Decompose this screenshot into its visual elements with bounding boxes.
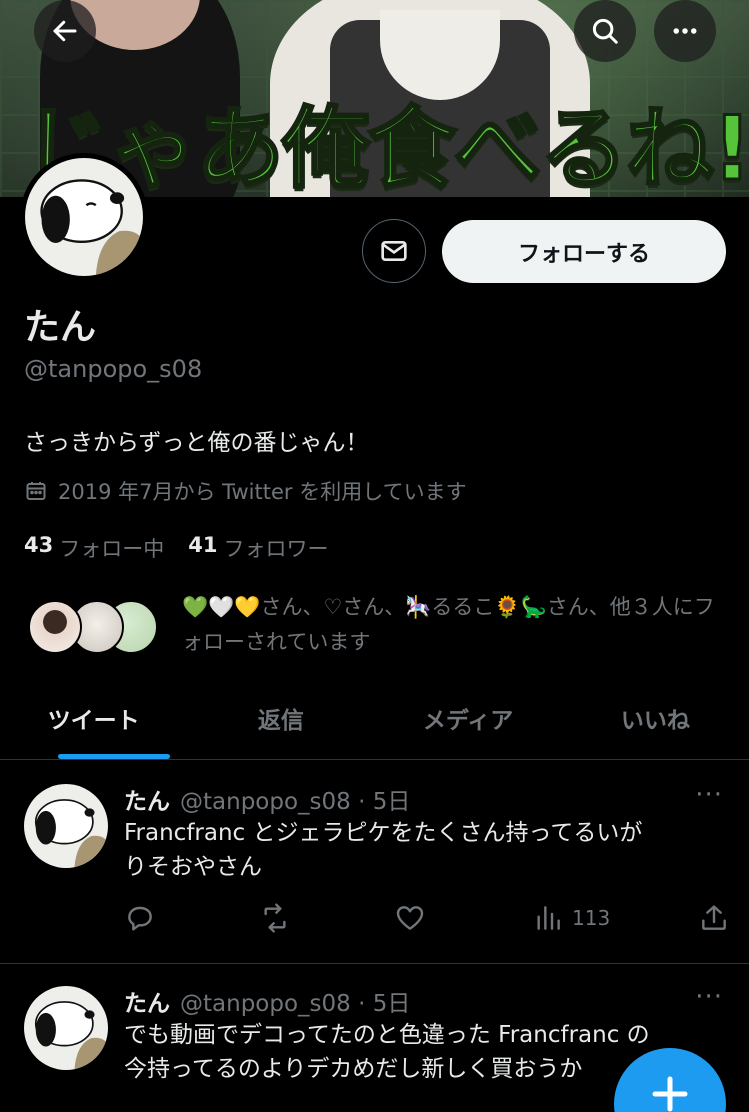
tweet-more-button[interactable]: ··· xyxy=(695,780,723,810)
snoopy-avatar-image xyxy=(24,986,108,1070)
heart-icon xyxy=(396,906,424,930)
retweet-icon xyxy=(264,903,286,933)
search-button[interactable] xyxy=(574,0,636,62)
tab-tweets[interactable]: ツイート xyxy=(0,676,187,759)
reply-icon xyxy=(128,906,152,931)
tab-label: メディア xyxy=(422,707,514,734)
profile-bio: さっきからずっと俺の番じゃん！ xyxy=(24,430,369,456)
tweet[interactable]: たん @tanpopo_s08 · 5日 ··· Francfranc とジェラ… xyxy=(0,760,749,964)
active-tab-indicator xyxy=(58,754,170,759)
tweet-avatar[interactable] xyxy=(24,784,108,868)
tweet-actions: 113 xyxy=(124,902,727,934)
retweet-button[interactable] xyxy=(259,902,291,934)
tab-replies[interactable]: 返信 xyxy=(187,676,374,759)
display-name: たん xyxy=(24,307,97,348)
views-count: 113 xyxy=(572,906,611,930)
tweet-text: Francfranc とジェラピケをたくさん持ってるいが りそおやさん xyxy=(124,816,724,884)
envelope-icon xyxy=(381,241,407,261)
share-icon xyxy=(702,905,727,930)
share-button[interactable] xyxy=(698,902,730,934)
followers-label: フォロワー xyxy=(223,537,329,561)
tab-media[interactable]: メディア xyxy=(375,676,562,759)
tweet-author-name[interactable]: たん xyxy=(124,984,170,1018)
plus-icon xyxy=(652,1076,688,1112)
tweet-meta: @tanpopo_s08 · 5日 xyxy=(180,789,411,815)
tweet-meta: @tanpopo_s08 · 5日 xyxy=(180,991,411,1017)
more-horizontal-icon xyxy=(673,28,697,34)
tab-label: ツイート xyxy=(47,707,140,734)
profile-handle: @tanpopo_s08 xyxy=(24,355,203,383)
follow-stats: 43 フォロー中 41 フォロワー xyxy=(24,533,352,563)
tab-label: 返信 xyxy=(257,707,304,734)
back-button[interactable] xyxy=(34,0,96,62)
tweet-header: たん @tanpopo_s08 · 5日 xyxy=(124,782,410,816)
tweet-more-button[interactable]: ··· xyxy=(695,982,723,1012)
tweet-text-line: でも動画でデコってたのと色違った Francfranc の xyxy=(124,1022,650,1048)
followers-count: 41 xyxy=(188,533,218,557)
following-count: 43 xyxy=(24,533,54,557)
tab-likes[interactable]: いいね xyxy=(562,676,749,759)
follow-button[interactable]: フォローする xyxy=(442,220,726,283)
profile-tabs: ツイート 返信 メディア いいね xyxy=(0,676,749,760)
reply-button[interactable] xyxy=(124,902,156,934)
following-link[interactable]: 43 フォロー中 xyxy=(24,533,164,563)
views-button[interactable]: 113 xyxy=(532,902,610,934)
profile-avatar[interactable] xyxy=(20,153,148,281)
tab-label: いいね xyxy=(620,707,690,734)
following-label: フォロー中 xyxy=(59,537,165,561)
arrow-left-icon xyxy=(53,20,77,42)
tweet-avatar[interactable] xyxy=(24,986,108,1070)
followers-link[interactable]: 41 フォロワー xyxy=(188,533,328,563)
follower-avatar-1 xyxy=(28,600,82,654)
followed-by-text: 💚🤍💛さん、♡さん、🎠るるこ🌻🦕さん、他３人にフォローされています xyxy=(182,595,715,654)
calendar-icon xyxy=(26,482,46,500)
like-button[interactable] xyxy=(394,902,426,934)
tweet-text-line: りそおやさん xyxy=(124,854,262,880)
views-bar-chart-icon xyxy=(537,906,560,930)
tweet-text-line: Francfranc とジェラピケをたくさん持ってるいが xyxy=(124,820,643,846)
tweet-header: たん @tanpopo_s08 · 5日 xyxy=(124,984,410,1018)
snoopy-avatar-image xyxy=(24,784,108,868)
tweet-author-name[interactable]: たん xyxy=(124,782,170,816)
search-icon xyxy=(592,18,618,44)
joined-date: 2019 年7月から Twitter を利用しています xyxy=(24,476,467,506)
joined-text: 2019 年7月から Twitter を利用しています xyxy=(58,480,467,504)
message-button[interactable] xyxy=(362,219,426,283)
more-options-button[interactable] xyxy=(654,0,716,62)
snoopy-avatar-image xyxy=(25,158,143,276)
